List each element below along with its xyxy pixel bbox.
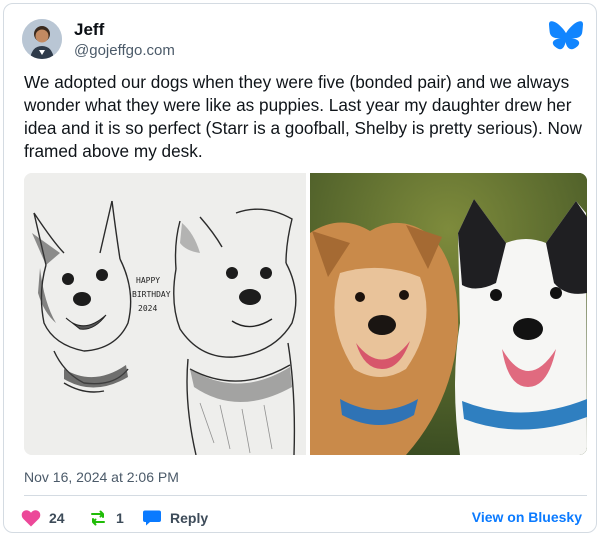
- post-image-drawing[interactable]: HAPPY BIRTHDAY 2024: [24, 173, 306, 455]
- drawing-text-birthday: BIRTHDAY: [132, 290, 171, 299]
- post-timestamp[interactable]: Nov 16, 2024 at 2:06 PM: [24, 469, 179, 485]
- repost-icon: [91, 510, 105, 526]
- post-text: We adopted our dogs when they were five …: [24, 72, 582, 161]
- reply-button[interactable]: Reply: [142, 507, 208, 529]
- divider: [24, 495, 587, 496]
- repost-count: 1: [116, 510, 124, 526]
- author-handle[interactable]: @gojeffgo.com: [74, 42, 175, 59]
- author-name[interactable]: Jeff: [74, 20, 104, 40]
- like-count: 24: [49, 510, 65, 526]
- drawing-illustration: HAPPY BIRTHDAY 2024: [24, 173, 306, 455]
- repost-button[interactable]: 1: [88, 507, 124, 529]
- post-image-photo[interactable]: [310, 173, 587, 455]
- dogs-photo: [310, 173, 587, 455]
- avatar-image: [22, 19, 62, 59]
- bluesky-butterfly-icon[interactable]: [549, 21, 583, 51]
- heart-icon: [21, 510, 41, 527]
- reply-bubble-icon: [143, 510, 161, 526]
- post-card: Jeff @gojeffgo.com We adopted our dogs w…: [3, 3, 597, 533]
- drawing-text-year: 2024: [138, 304, 157, 313]
- view-on-bluesky-link[interactable]: View on Bluesky: [472, 509, 582, 525]
- drawing-text-happy: HAPPY: [136, 276, 160, 285]
- reply-label: Reply: [170, 510, 209, 526]
- author-avatar[interactable]: [22, 19, 62, 59]
- like-button[interactable]: 24: [21, 507, 65, 529]
